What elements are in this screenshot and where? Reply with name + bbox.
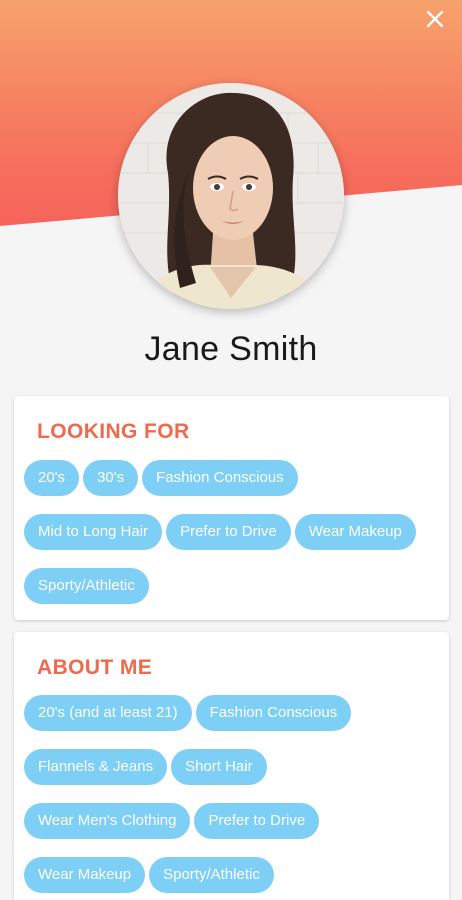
close-icon xyxy=(426,10,444,28)
about-me-title: ABOUT ME xyxy=(37,656,153,679)
about-me-card: ABOUT ME 20's (and at least 21) Fashion … xyxy=(14,632,449,900)
about-me-tag[interactable]: Wear Makeup xyxy=(24,857,146,893)
looking-for-card: LOOKING FOR 20's 30's Fashion Conscious … xyxy=(14,396,449,620)
about-me-tag[interactable]: Sporty/Athletic xyxy=(149,857,274,893)
looking-for-tag[interactable]: Prefer to Drive xyxy=(166,514,291,550)
looking-for-tag[interactable]: Wear Makeup xyxy=(294,514,416,550)
about-me-tag[interactable]: Prefer to Drive xyxy=(194,803,320,839)
avatar xyxy=(118,83,344,309)
looking-for-tag[interactable]: Sporty/Athletic xyxy=(24,568,149,604)
profile-name: Jane Smith xyxy=(144,330,318,368)
looking-for-tag[interactable]: 30's xyxy=(83,460,139,496)
looking-for-tag[interactable]: 20's xyxy=(24,460,80,496)
about-me-tag[interactable]: 20's (and at least 21) xyxy=(24,695,192,731)
about-me-tag[interactable]: Wear Men's Clothing xyxy=(24,803,191,839)
close-button[interactable] xyxy=(422,6,448,32)
looking-for-title: LOOKING FOR xyxy=(37,420,190,443)
about-me-tag[interactable]: Fashion Conscious xyxy=(195,695,352,731)
about-me-tag[interactable]: Flannels & Jeans xyxy=(24,749,168,785)
looking-for-tag[interactable]: Mid to Long Hair xyxy=(24,514,163,550)
about-me-tag[interactable]: Short Hair xyxy=(171,749,267,785)
looking-for-tag[interactable]: Fashion Conscious xyxy=(142,460,298,496)
